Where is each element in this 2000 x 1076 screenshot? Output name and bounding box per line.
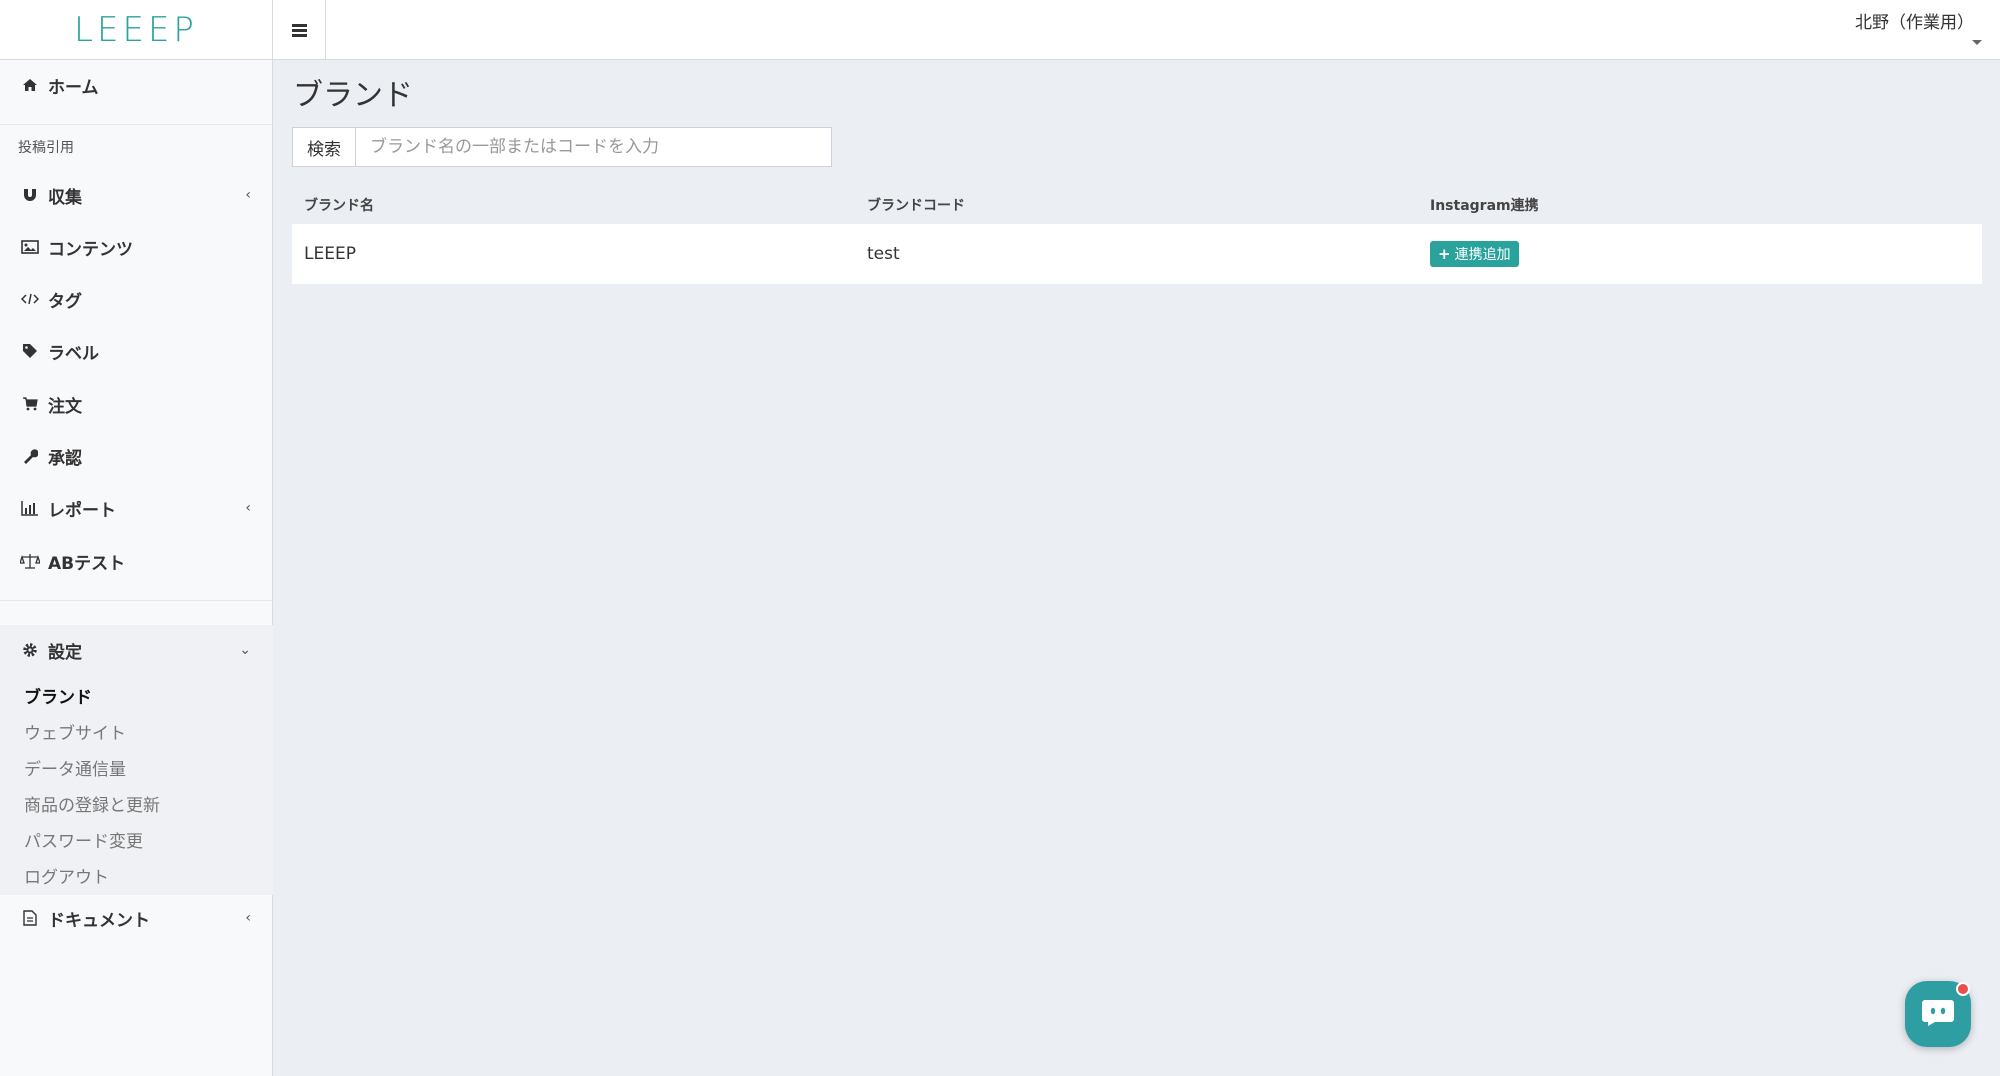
sidebar-item-label: 注文 xyxy=(48,396,82,417)
column-header-instagram: Instagram連携 xyxy=(1430,198,1539,214)
sidebar-divider xyxy=(0,124,273,125)
search-group: 検索 xyxy=(292,127,832,167)
submenu-item-products[interactable]: 商品の登録と更新 xyxy=(24,791,160,816)
magnet-icon xyxy=(20,186,40,204)
sidebar: ホーム 投稿引用 収集 ‹ コンテンツ タグ ラベル 注文 承認 レポート ‹ … xyxy=(0,60,273,1076)
cart-icon xyxy=(20,395,40,413)
sidebar-item-labels[interactable]: ラベル xyxy=(0,329,273,373)
image-icon xyxy=(20,238,40,256)
sidebar-item-ab-test[interactable]: ABテスト xyxy=(0,539,273,583)
submenu-item-password[interactable]: パスワード変更 xyxy=(24,827,143,852)
gear-icon xyxy=(20,641,40,659)
code-icon xyxy=(20,290,40,308)
caret-down-icon[interactable] xyxy=(1972,40,1982,45)
submenu-item-website[interactable]: ウェブサイト xyxy=(24,719,126,744)
submenu-item-data-usage[interactable]: データ通信量 xyxy=(24,755,126,780)
settings-submenu: 設定 ⌄ ブランド ウェブサイト データ通信量 商品の登録と更新 パスワード変更… xyxy=(0,625,273,895)
balance-scale-icon xyxy=(20,552,40,570)
search-input[interactable] xyxy=(356,128,831,166)
chat-icon xyxy=(1921,997,1955,1031)
logo-area[interactable]: LEEEP xyxy=(0,0,273,60)
add-link-label: 連携追加 xyxy=(1454,247,1511,263)
sidebar-item-label: レポート xyxy=(48,500,116,521)
sidebar-item-label: ABテスト xyxy=(48,553,126,574)
top-bar: LEEEP 北野（作業用） xyxy=(0,0,2000,60)
sidebar-item-collect[interactable]: 収集 ‹ xyxy=(0,173,273,217)
document-icon xyxy=(20,909,40,927)
home-icon xyxy=(20,76,40,94)
notification-badge xyxy=(1956,982,1970,996)
cell-brand-name: LEEEP xyxy=(304,244,356,264)
hamburger-icon xyxy=(292,23,307,37)
sidebar-divider xyxy=(0,600,273,601)
chevron-left-icon: ‹ xyxy=(245,187,251,203)
chevron-left-icon: ‹ xyxy=(245,910,251,926)
page-title: ブランド xyxy=(293,78,413,113)
sidebar-item-label: ドキュメント xyxy=(48,910,150,931)
sidebar-item-label: 設定 xyxy=(48,642,82,663)
chat-widget-button[interactable] xyxy=(1905,981,1971,1047)
app-logo[interactable]: LEEEP xyxy=(74,10,198,50)
plus-icon: + xyxy=(1438,245,1451,263)
sidebar-item-label: 承認 xyxy=(48,448,82,469)
column-header-brand-code: ブランドコード xyxy=(867,198,965,214)
submenu-item-logout[interactable]: ログアウト xyxy=(24,863,109,888)
sidebar-toggle-button[interactable] xyxy=(274,0,326,60)
cell-brand-code: test xyxy=(867,244,900,264)
sidebar-item-label: ラベル xyxy=(48,343,99,364)
sidebar-item-documents[interactable]: ドキュメント ‹ xyxy=(0,896,273,940)
sidebar-item-reports[interactable]: レポート ‹ xyxy=(0,486,273,530)
submenu-item-brand[interactable]: ブランド xyxy=(24,683,92,708)
sidebar-section-label: 投稿引用 xyxy=(18,140,74,156)
add-link-button[interactable]: + 連携追加 xyxy=(1430,241,1519,267)
user-menu[interactable]: 北野（作業用） xyxy=(1855,8,1974,33)
sidebar-item-label: タグ xyxy=(48,291,82,312)
sidebar-item-orders[interactable]: 注文 xyxy=(0,382,273,426)
sidebar-item-approval[interactable]: 承認 xyxy=(0,434,273,478)
bar-chart-icon xyxy=(20,499,40,517)
column-header-brand-name: ブランド名 xyxy=(304,198,374,214)
sidebar-item-tags[interactable]: タグ xyxy=(0,277,273,321)
chevron-down-icon: ⌄ xyxy=(239,642,251,658)
sidebar-item-label: コンテンツ xyxy=(48,239,133,260)
search-label: 検索 xyxy=(293,128,356,166)
wrench-icon xyxy=(20,447,40,465)
chevron-left-icon: ‹ xyxy=(245,500,251,516)
table-row: LEEEP test + 連携追加 xyxy=(292,224,1982,284)
sidebar-item-contents[interactable]: コンテンツ xyxy=(0,225,273,269)
sidebar-item-home[interactable]: ホーム xyxy=(0,63,273,107)
sidebar-item-label: 収集 xyxy=(48,187,82,208)
tag-icon xyxy=(20,342,40,360)
sidebar-item-label: ホーム xyxy=(48,77,99,98)
sidebar-item-settings[interactable]: 設定 ⌄ xyxy=(0,628,273,672)
